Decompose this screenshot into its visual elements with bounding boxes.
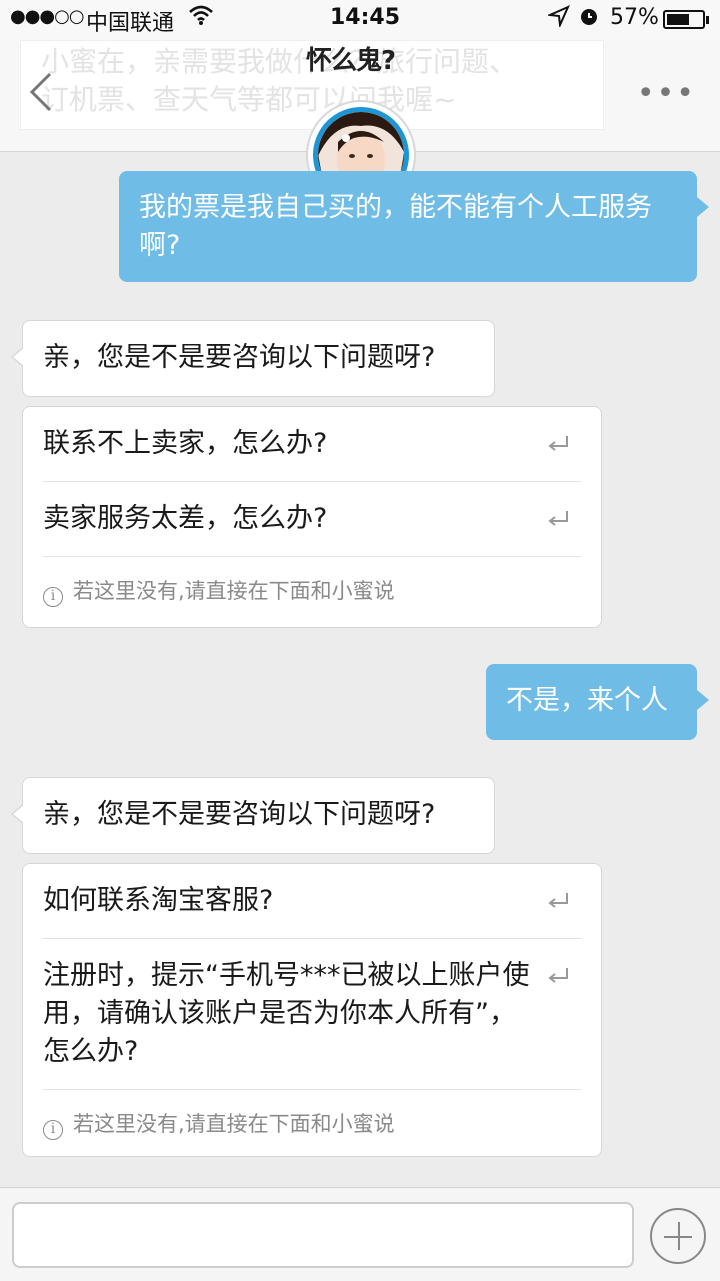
suggested-question[interactable]: 如何联系淘宝客服? (43, 864, 581, 939)
more-options-icon[interactable]: ••• (637, 76, 696, 111)
suggested-question[interactable]: 注册时，提示“手机号***已被以上账户使用，请确认该账户是否为你本人所有”，怎么… (43, 939, 581, 1090)
suggested-question[interactable]: 联系不上卖家，怎么办? (43, 407, 581, 482)
return-arrow-icon (547, 427, 569, 451)
return-arrow-icon (547, 959, 569, 983)
message-text: 亲，您是不是要咨询以下问题呀? (43, 342, 436, 373)
carrier-name: 中国联通 (86, 11, 175, 36)
suggested-question[interactable]: 卖家服务太差，怎么办? (43, 482, 581, 557)
clock: 14:45 (330, 5, 401, 30)
battery-percentage: 57% (610, 5, 659, 30)
chat-header: 小蜜在，亲需要我做什么？旅行问题、 订机票、查天气等都可以问我喔~ 怀么鬼? •… (0, 38, 720, 210)
incoming-message[interactable]: 亲，您是不是要咨询以下问题呀? (11, 777, 495, 854)
info-icon: i (43, 1120, 63, 1140)
suggested-questions-card: 如何联系淘宝客服? 注册时，提示“手机号***已被以上账户使用，请确认该账户是否… (22, 863, 602, 1157)
hint-label: 若这里没有,请直接在下面和小蜜说 (73, 579, 395, 603)
faded-greeting-line: 订机票、查天气等都可以问我喔~ (41, 83, 457, 116)
header-title: 怀么鬼? (306, 46, 396, 76)
add-plus-icon[interactable] (650, 1208, 706, 1264)
status-bar: ●●●○○ 中国联通 14:45 57% (0, 0, 720, 38)
message-text: 亲，您是不是要咨询以下问题呀? (43, 799, 436, 830)
alarm-icon (578, 5, 600, 33)
composer-bar (0, 1187, 720, 1281)
hint-text: i 若这里没有,请直接在下面和小蜜说 (43, 1090, 581, 1162)
question-text: 联系不上卖家，怎么办? (43, 428, 328, 459)
battery-icon (663, 10, 709, 29)
back-chevron-icon[interactable] (26, 72, 56, 112)
outgoing-message[interactable]: 我的票是我自己买的，能不能有个人工服务啊? (119, 171, 709, 282)
info-icon: i (43, 587, 63, 607)
hint-text: i 若这里没有,请直接在下面和小蜜说 (43, 557, 581, 629)
wifi-icon (188, 4, 214, 32)
location-arrow-icon (546, 5, 570, 33)
question-text: 卖家服务太差，怎么办? (43, 503, 328, 534)
message-text: 不是，来个人 (506, 685, 668, 716)
incoming-message[interactable]: 亲，您是不是要咨询以下问题呀? (11, 320, 495, 397)
return-arrow-icon (547, 502, 569, 526)
return-arrow-icon (547, 884, 569, 908)
message-text: 我的票是我自己买的，能不能有个人工服务啊? (139, 192, 652, 261)
message-input[interactable] (12, 1202, 634, 1268)
question-text: 如何联系淘宝客服? (43, 885, 274, 916)
hint-label: 若这里没有,请直接在下面和小蜜说 (73, 1112, 395, 1136)
signal-strength: ●●●○○ (10, 6, 85, 27)
question-text: 注册时，提示“手机号***已被以上账户使用，请确认该账户是否为你本人所有”，怎么… (43, 960, 530, 1067)
suggested-questions-card: 联系不上卖家，怎么办? 卖家服务太差，怎么办? i 若这里没有,请直接在下面和小蜜… (22, 406, 602, 628)
outgoing-message[interactable]: 不是，来个人 (486, 664, 709, 740)
